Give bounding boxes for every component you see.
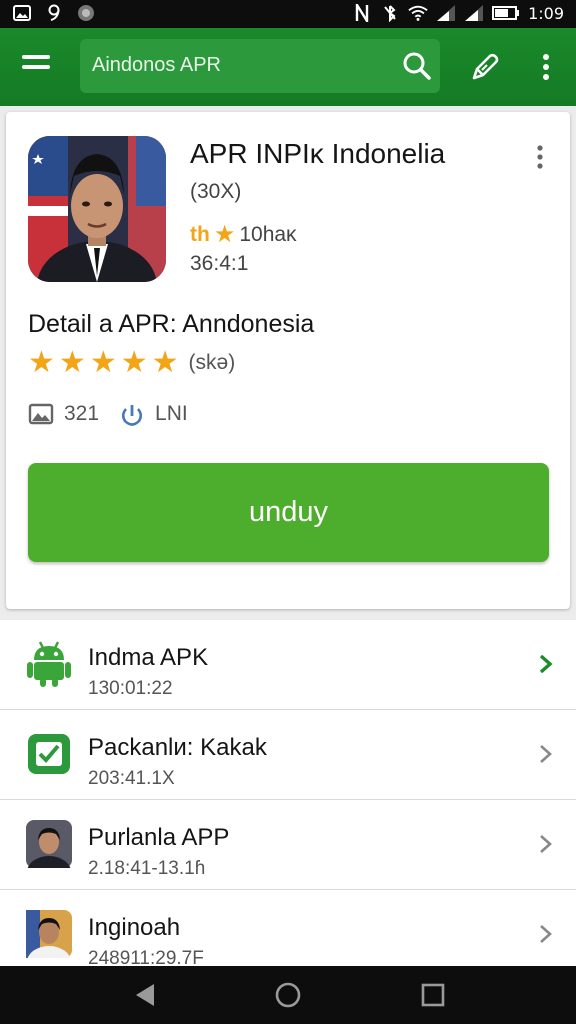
search-input[interactable]: Aindonos APR bbox=[80, 39, 440, 93]
app-icon[interactable] bbox=[28, 136, 166, 282]
star-icon: ★ bbox=[120, 346, 148, 379]
navigation-bar bbox=[0, 966, 576, 1024]
list-item-subtitle: 2.18:41-13.1ɦ bbox=[88, 858, 206, 879]
chevron-right-icon bbox=[538, 742, 554, 766]
list-item-subtitle: 130:01:22 bbox=[88, 678, 173, 699]
meta-text: LNI bbox=[155, 402, 188, 425]
star-rating: ★ ★ ★ ★ ★ (skə) bbox=[28, 348, 235, 378]
star-icon: ★ bbox=[151, 346, 179, 379]
star-note: (skə) bbox=[188, 351, 236, 374]
list-item[interactable]: Purlanla APP 2.18:41-13.1ɦ bbox=[0, 800, 576, 890]
recents-icon[interactable] bbox=[418, 980, 448, 1010]
battery-icon bbox=[492, 3, 520, 23]
status-bar: 1:09 bbox=[0, 0, 576, 28]
portrait-icon bbox=[26, 910, 72, 978]
mute-icon bbox=[380, 3, 400, 23]
notification-9-icon bbox=[44, 3, 64, 23]
list-item-title: Packanlи: Kakak bbox=[88, 734, 267, 761]
list-item[interactable]: Packanlи: Kakak 203:41.1X bbox=[0, 710, 576, 800]
star-icon: ★ bbox=[89, 346, 117, 379]
app-list: Indma APK 130:01:22 Packanlи: Kakak 203:… bbox=[0, 620, 576, 978]
status-time: 1:09 bbox=[528, 3, 564, 23]
meta-count: 321 bbox=[64, 402, 100, 425]
app-title: APR INPIĸ Indonelia bbox=[190, 138, 446, 169]
chevron-right-icon bbox=[538, 832, 554, 856]
portrait-icon bbox=[26, 820, 72, 888]
list-item-subtitle: 203:41.1X bbox=[88, 768, 175, 789]
meta-row: 321 LNI bbox=[28, 402, 188, 426]
more-vert-icon[interactable] bbox=[534, 50, 558, 84]
home-icon[interactable] bbox=[273, 980, 303, 1010]
status-left-icons bbox=[12, 3, 96, 23]
app-subtitle: (30X) bbox=[190, 180, 242, 203]
image-icon bbox=[28, 402, 54, 426]
download-button[interactable]: unduy bbox=[28, 463, 549, 562]
star-icon: ★ bbox=[58, 346, 86, 379]
nfc-icon bbox=[352, 3, 372, 23]
rating-row: th ★ 10haĸ bbox=[190, 220, 297, 249]
star-icon: ★ bbox=[213, 221, 236, 248]
android-icon bbox=[26, 640, 72, 688]
signal-icon bbox=[436, 3, 456, 23]
detail-title: Detail a APR: Anndonesia bbox=[28, 310, 315, 338]
wifi-icon bbox=[408, 3, 428, 23]
rating-prefix: th bbox=[190, 222, 210, 246]
chevron-right-icon bbox=[538, 922, 554, 946]
list-item-title: Inginoah bbox=[88, 914, 181, 941]
circle-icon bbox=[76, 3, 96, 23]
chevron-right-icon bbox=[538, 652, 554, 676]
back-icon[interactable] bbox=[130, 980, 160, 1010]
app-toolbar: Aindonos APR bbox=[0, 28, 576, 106]
search-query: Aindonos APR bbox=[92, 54, 221, 76]
download-label: unduy bbox=[248, 496, 328, 528]
app-detail-card: APR INPIĸ Indonelia (30X) th ★ 10haĸ 36:… bbox=[6, 112, 570, 609]
menu-icon[interactable] bbox=[20, 52, 54, 82]
status-right-icons: 1:09 bbox=[352, 3, 564, 23]
list-item-title: Purlanla APP bbox=[88, 824, 230, 851]
star-icon: ★ bbox=[28, 346, 55, 379]
app-size: 36:4:1 bbox=[190, 252, 249, 275]
card-more-icon[interactable] bbox=[530, 144, 550, 172]
check-app-icon bbox=[26, 730, 72, 778]
rating-count: 10haĸ bbox=[239, 222, 297, 246]
power-icon bbox=[119, 402, 145, 426]
signal-icon bbox=[464, 3, 484, 23]
image-icon bbox=[12, 3, 32, 23]
search-icon[interactable] bbox=[402, 51, 432, 81]
list-item[interactable]: Indma APK 130:01:22 bbox=[0, 620, 576, 710]
edit-icon[interactable] bbox=[468, 50, 502, 84]
list-item-title: Indma APK bbox=[88, 644, 209, 671]
